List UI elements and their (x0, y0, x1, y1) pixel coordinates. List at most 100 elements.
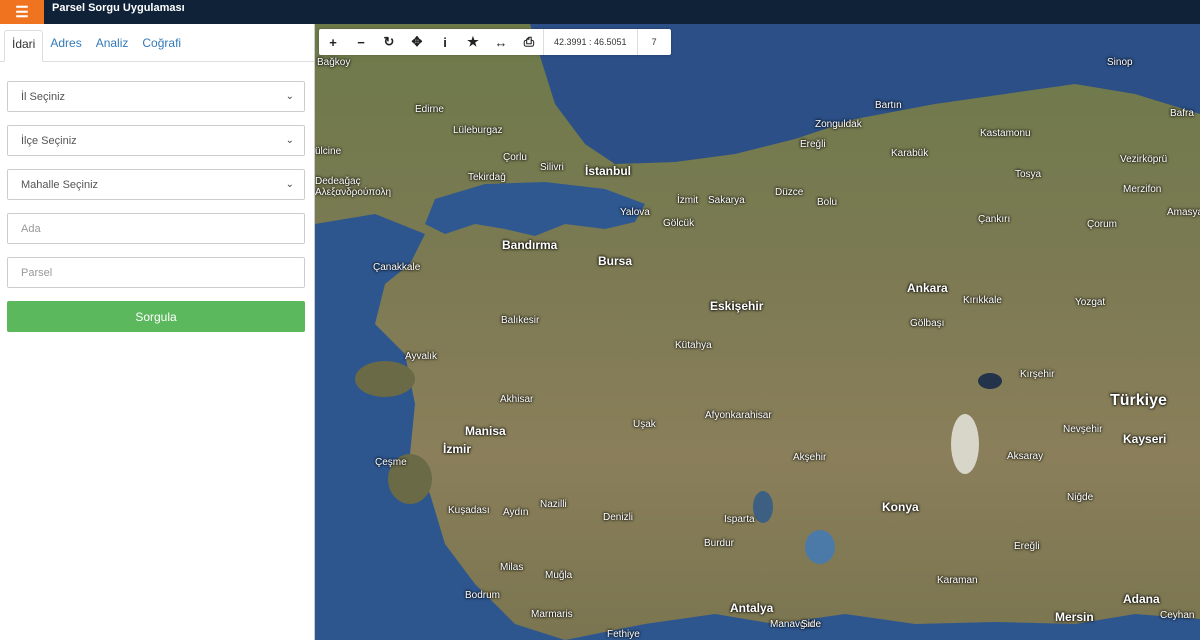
map-label: Silivri (540, 162, 564, 173)
sorgula-button[interactable]: Sorgula (7, 301, 305, 332)
map-label: Denizli (603, 512, 634, 523)
il-select[interactable]: İl Seçiniz ⌄ (7, 81, 305, 112)
map-label: Bursa (598, 254, 633, 268)
tab-cografi[interactable]: Coğrafi (135, 30, 188, 62)
map-label: Bartın (875, 100, 902, 111)
chevron-down-icon: ⌄ (285, 91, 294, 102)
coordinate-readout: 42.3991 : 46.5051 (543, 29, 637, 55)
map-label: Sinop (1107, 57, 1133, 68)
map-label: Nazilli (540, 499, 567, 510)
map-toolbar: + − ↻ ✥ i ★ ↔ ⎙ 42.3991 : 46.5051 7 (319, 29, 671, 55)
map-label: Karaman (937, 575, 978, 586)
map-label: Afyonkarahisar (705, 410, 772, 421)
map-label: Gölcük (663, 218, 695, 229)
map-label: Nevşehir (1063, 424, 1103, 435)
mahalle-select-value: Mahalle Seçiniz (21, 178, 99, 191)
map-label: Çankırı (978, 214, 1011, 225)
il-select-value: İl Seçiniz (21, 90, 66, 103)
ada-placeholder: Ada (21, 222, 41, 235)
map-label: İzmit (677, 195, 699, 206)
map-label: Yozgat (1075, 297, 1106, 308)
map-label: Kırşehir (1020, 369, 1055, 380)
zoom-out-icon[interactable]: − (347, 29, 375, 55)
map-label: Yalova (620, 207, 650, 218)
map-terrain (315, 24, 1200, 640)
pan-icon[interactable]: ✥ (403, 29, 431, 55)
map-label: Lüleburgaz (453, 125, 503, 136)
measure-icon[interactable]: ↔ (487, 29, 515, 55)
star-icon[interactable]: ★ (459, 29, 487, 55)
map-label: Edirne (415, 104, 444, 115)
map-label: Eskişehir (710, 299, 764, 313)
map-label: Bandırma (502, 238, 558, 252)
map-label: Sakarya (708, 195, 745, 206)
map-label: Bağkoy (317, 57, 351, 68)
ada-input[interactable]: Ada (7, 213, 305, 244)
ilce-select[interactable]: İlçe Seçiniz ⌄ (7, 125, 305, 156)
sidebar: İdari Adres Analiz Coğrafi İl Seçiniz ⌄ … (0, 24, 315, 640)
map-label: Burdur (704, 538, 735, 549)
refresh-icon[interactable]: ↻ (375, 29, 403, 55)
map-label: Çeşme (375, 457, 407, 468)
map-label: Ankara (907, 281, 948, 295)
map-label: Zonguldak (815, 119, 862, 130)
map-label: Bodrum (465, 590, 501, 601)
map-label: Karabük (891, 148, 929, 159)
top-bar: ☰ Parsel Sorgu Uygulaması (0, 0, 1200, 24)
map-label: Kuşadası (448, 505, 490, 516)
map-label: Dedeağaç Αλεξανδρούπολη (315, 176, 392, 198)
map-label: Düzce (775, 187, 804, 198)
map-label: Amasya (1167, 207, 1200, 218)
tab-idari[interactable]: İdari (4, 30, 44, 62)
chevron-down-icon: ⌄ (285, 135, 294, 146)
map-label: Gölbaşı (910, 318, 945, 329)
map-label: Mersin (1055, 610, 1094, 624)
map-label: Ereğli (1014, 541, 1040, 552)
map-label: Kayseri (1123, 432, 1167, 446)
map-label: Antalya (730, 601, 774, 615)
map-label: Ayvalık (405, 351, 438, 362)
map-label: Kastamonu (980, 128, 1031, 139)
tab-bar: İdari Adres Analiz Coğrafi (0, 24, 314, 62)
map-label: Uşak (633, 419, 656, 430)
query-form: İl Seçiniz ⌄ İlçe Seçiniz ⌄ Mahalle Seçi… (0, 62, 314, 332)
hamburger-icon: ☰ (15, 4, 29, 21)
zoom-in-icon[interactable]: + (319, 29, 347, 55)
map-label: Akhisar (500, 394, 534, 405)
map-label: İzmir (443, 442, 472, 456)
ilce-select-value: İlçe Seçiniz (21, 134, 77, 147)
mahalle-select[interactable]: Mahalle Seçiniz ⌄ (7, 169, 305, 200)
parsel-placeholder: Parsel (21, 266, 53, 279)
map-label: Aydın (503, 507, 529, 518)
map-label: Tekirdağ (468, 172, 506, 183)
app-title: Parsel Sorgu Uygulaması (52, 2, 185, 14)
map-label: İstanbul (585, 164, 632, 178)
tab-adres[interactable]: Adres (43, 30, 88, 62)
map-label: Side (801, 619, 822, 630)
hamburger-menu-button[interactable]: ☰ (0, 0, 44, 24)
map-label: Türkiye (1110, 392, 1167, 409)
map-label: Ereğli (800, 139, 826, 150)
map-label: Bafra (1170, 108, 1194, 119)
chevron-down-icon: ⌄ (285, 179, 294, 190)
map-label: Fethiye (607, 629, 640, 640)
tab-analiz[interactable]: Analiz (89, 30, 136, 62)
parsel-input[interactable]: Parsel (7, 257, 305, 288)
map-label: Akşehir (793, 452, 827, 463)
map-label: Çorum (1087, 219, 1118, 230)
map-label: Marmaris (531, 609, 573, 620)
map-label: Merzifon (1123, 184, 1162, 195)
map-label: Vezirköprü (1120, 154, 1168, 165)
map-label: Niğde (1067, 492, 1094, 503)
zoom-level-readout: 7 (636, 29, 671, 55)
map-label: Isparta (724, 514, 755, 525)
map-view[interactable]: + − ↻ ✥ i ★ ↔ ⎙ 42.3991 : 46.5051 7 Bağk… (315, 24, 1200, 640)
map-label: Çanakkale (373, 262, 421, 273)
map-label: Bolu (817, 197, 838, 208)
map-label: Kütahya (675, 340, 712, 351)
map-label: Adana (1123, 592, 1160, 606)
map-label: Milas (500, 562, 524, 573)
info-icon[interactable]: i (431, 29, 459, 55)
map-label: Ceyhan (1160, 610, 1195, 621)
print-icon[interactable]: ⎙ (515, 29, 543, 55)
